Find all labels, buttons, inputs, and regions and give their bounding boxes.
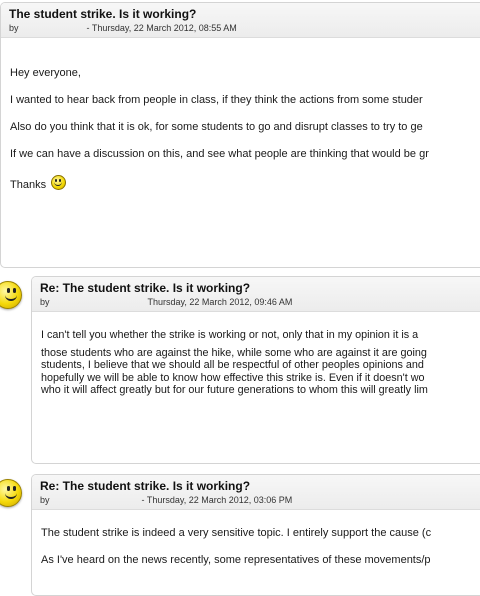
- post-date: - Thursday, 22 March 2012, 03:06 PM: [141, 495, 293, 505]
- post-author-prefix: by: [9, 23, 19, 33]
- post-title: Re: The student strike. Is it working?: [40, 281, 251, 295]
- post-body: I can't tell you whether the strike is w…: [32, 312, 480, 397]
- post-date: Thursday, 22 March 2012, 09:46 AM: [147, 297, 293, 307]
- post-author-prefix: by: [40, 297, 50, 307]
- post-line: students, I believe that we should all b…: [41, 359, 424, 372]
- post-header: The student strike. Is it working? by - T…: [1, 3, 480, 38]
- post-date: - Thursday, 22 March 2012, 08:55 AM: [86, 23, 237, 33]
- post-paragraph: I wanted to hear back from people in cla…: [10, 94, 423, 106]
- post-line: hopefully we will be able to know how ef…: [41, 371, 425, 384]
- post-signoff: Thanks: [10, 175, 478, 192]
- post-meta: by - Thursday, 22 March 2012, 08:55 AM: [9, 22, 479, 34]
- post-meta: by Thursday, 22 March 2012, 09:46 AM: [40, 296, 479, 308]
- forum-post: Re: The student strike. Is it working? b…: [31, 276, 480, 464]
- post-paragraph: As I've heard on the news recently, some…: [41, 554, 431, 566]
- post-author-prefix: by: [40, 495, 50, 505]
- post-paragraph: I can't tell you whether the strike is w…: [41, 329, 478, 397]
- post-paragraph: Also do you think that it is ok, for som…: [10, 121, 423, 133]
- post-title: The student strike. Is it working?: [9, 7, 197, 21]
- forum-post: The student strike. Is it working? by - T…: [0, 2, 480, 268]
- post-header: Re: The student strike. Is it working? b…: [32, 277, 480, 312]
- post-header: Re: The student strike. Is it working? b…: [32, 475, 480, 510]
- signoff-text: Thanks: [10, 179, 47, 191]
- post-line: those students who are against the hike,…: [41, 346, 427, 359]
- smiley-icon: [51, 175, 67, 190]
- post-paragraph: Hey everyone,: [10, 67, 81, 79]
- smiley-avatar-icon: [0, 479, 22, 507]
- post-line: who it will affect greatly but for our f…: [41, 384, 428, 397]
- post-meta: by - Thursday, 22 March 2012, 03:06 PM: [40, 494, 479, 506]
- post-paragraph: The student strike is indeed a very sens…: [41, 527, 432, 539]
- post-paragraph: If we can have a discussion on this, and…: [10, 148, 429, 160]
- forum-post: Re: The student strike. Is it working? b…: [31, 474, 480, 596]
- smiley-avatar-icon: [0, 281, 22, 309]
- post-body: The student strike is indeed a very sens…: [32, 510, 480, 567]
- post-body: Hey everyone, I wanted to hear back from…: [1, 38, 480, 192]
- post-title: Re: The student strike. Is it working?: [40, 479, 251, 493]
- post-line: I can't tell you whether the strike is w…: [41, 329, 419, 341]
